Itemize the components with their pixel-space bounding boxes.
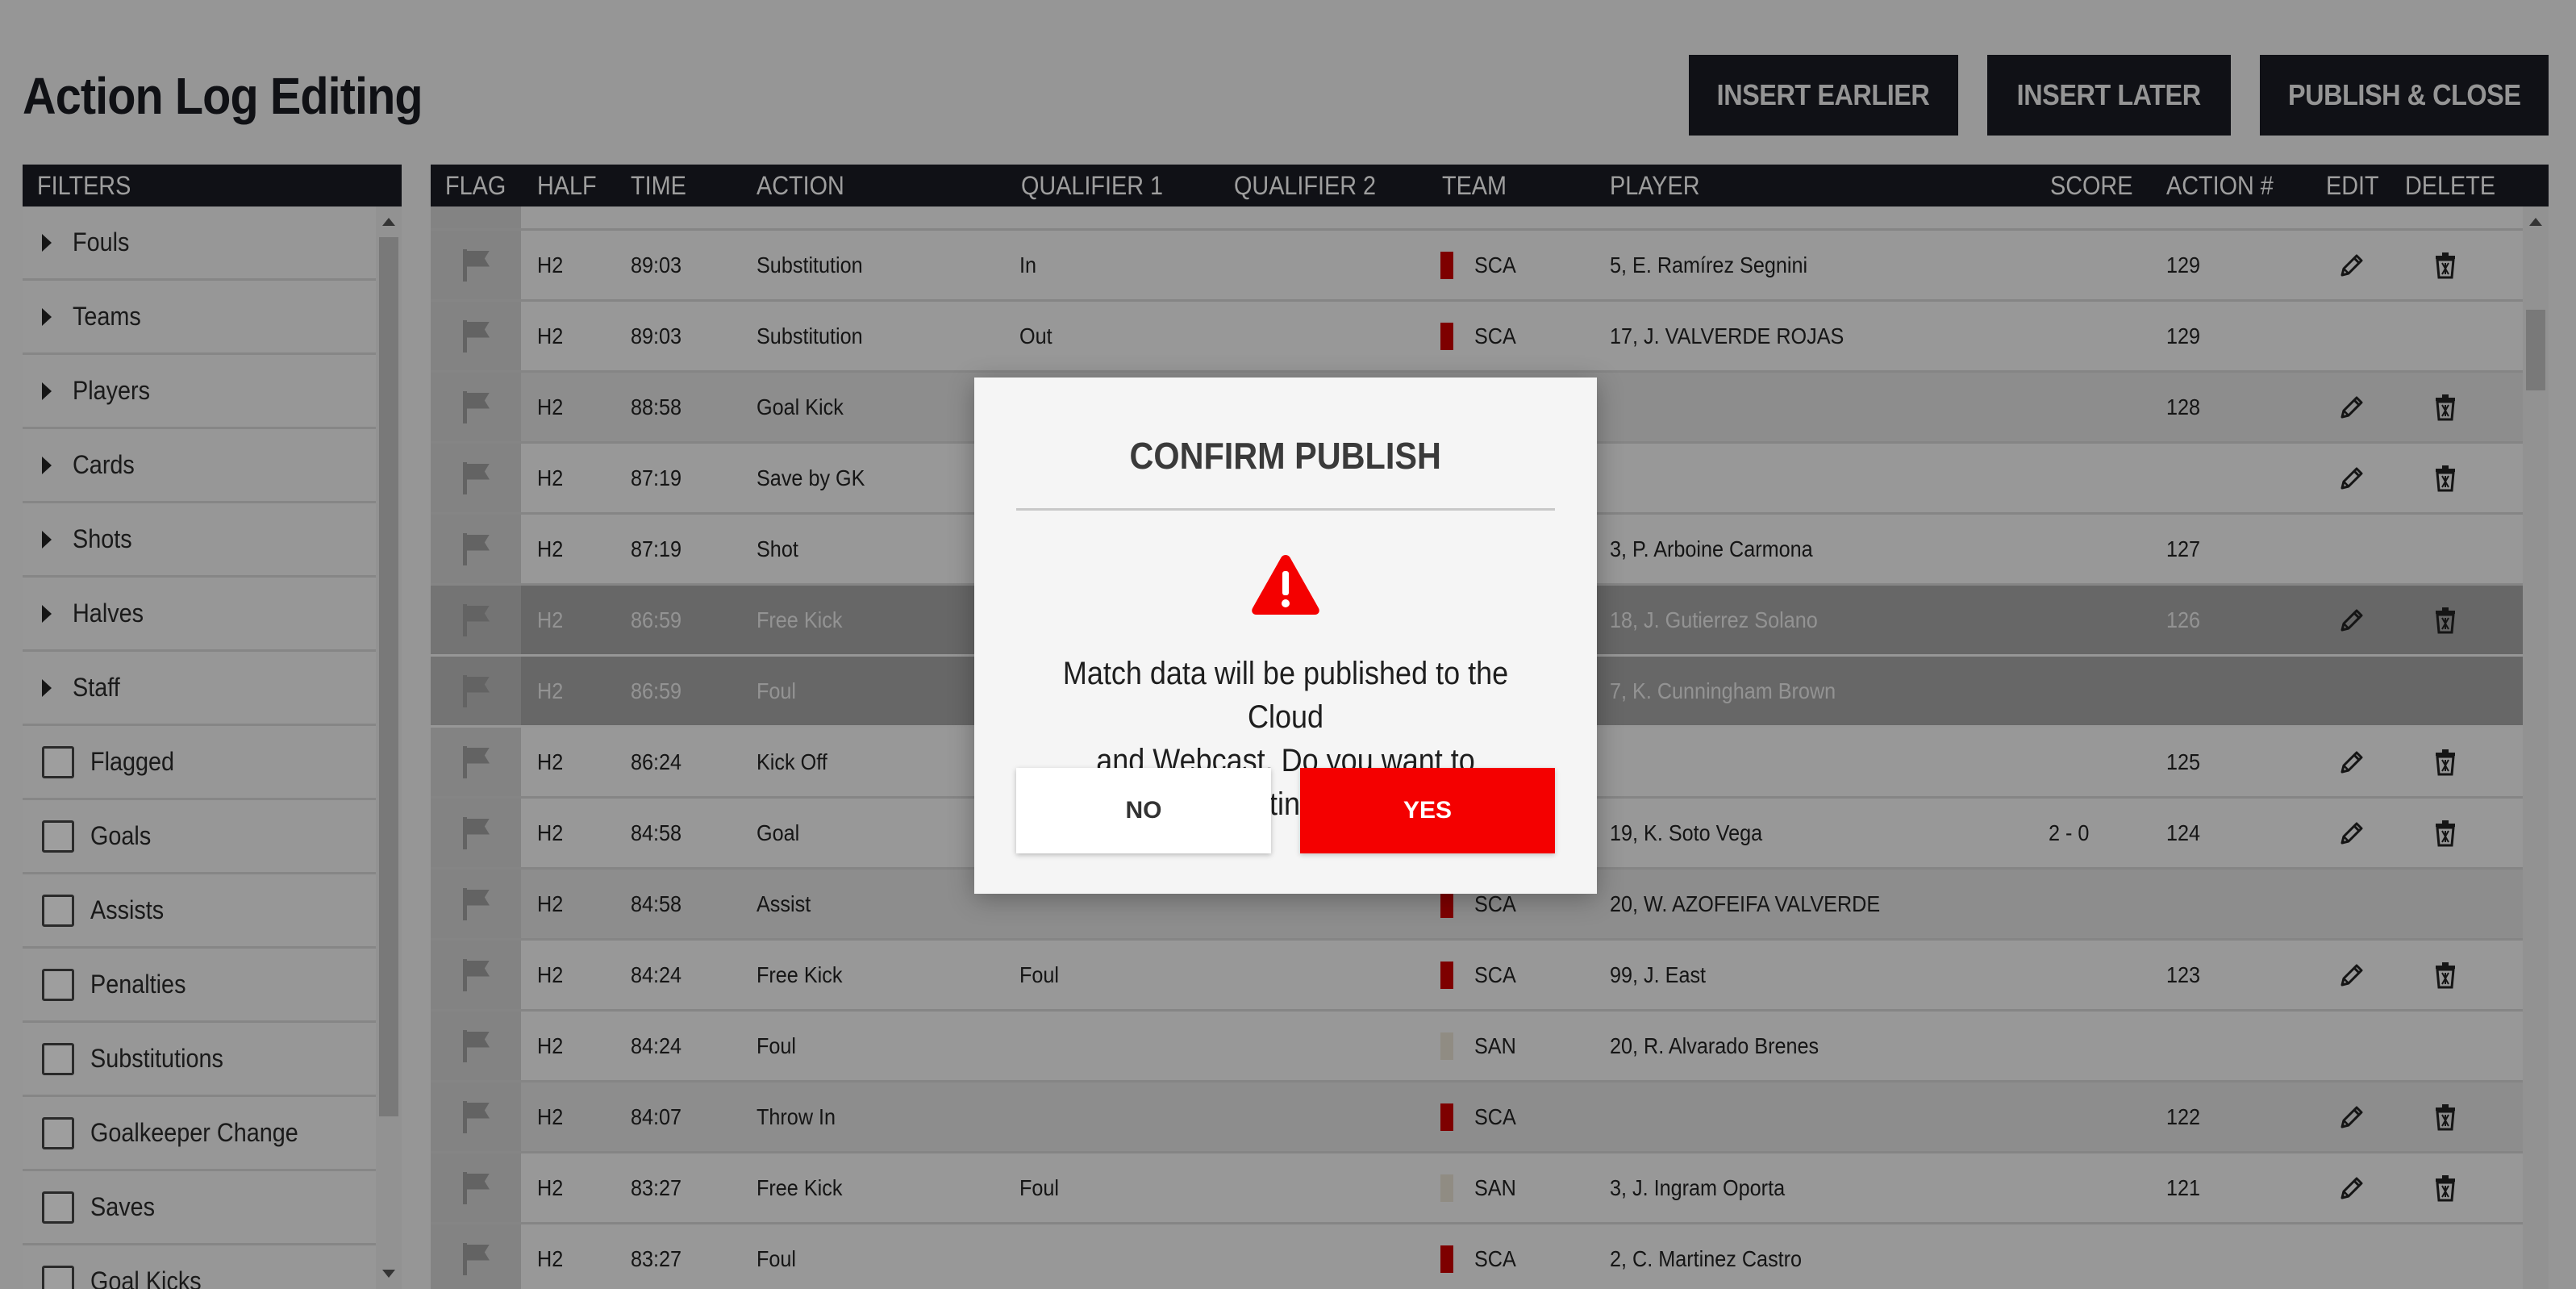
dialog-title: CONFIRM PUBLISH — [1129, 435, 1442, 477]
yes-button[interactable]: YES — [1300, 768, 1555, 853]
dialog-divider — [1016, 508, 1555, 511]
no-button[interactable]: NO — [1016, 768, 1271, 853]
confirm-publish-dialog: CONFIRM PUBLISH Match data will be publi… — [974, 378, 1597, 894]
warning-icon — [1252, 555, 1319, 615]
